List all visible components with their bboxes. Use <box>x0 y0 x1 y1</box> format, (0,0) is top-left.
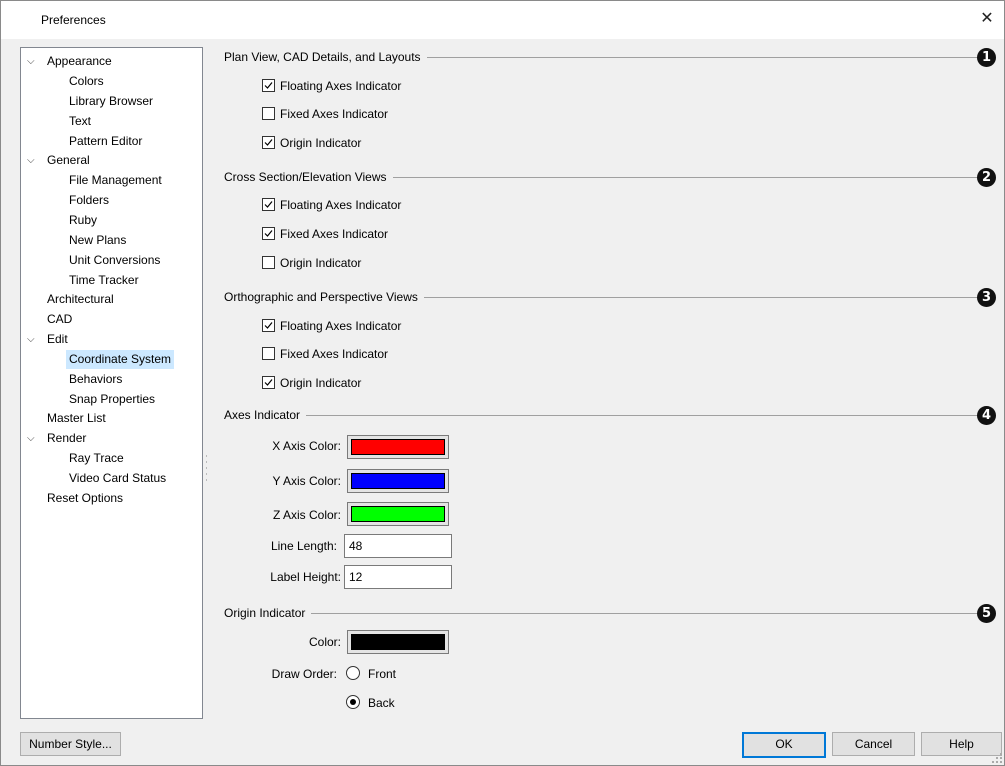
tree-item-pattern-editor[interactable]: Pattern Editor <box>21 132 145 151</box>
tree-item-file-management[interactable]: File Management <box>21 171 165 190</box>
checkbox-box[interactable] <box>262 107 275 120</box>
tree-item-edit[interactable]: ⌵ Edit <box>21 330 200 349</box>
x-axis-color-fill <box>351 439 445 455</box>
tree-item-render[interactable]: ⌵ Render <box>21 429 200 448</box>
resize-grip-icon[interactable] <box>992 753 1002 763</box>
checkmark-icon <box>264 379 273 386</box>
section-title-plan-view: Plan View, CAD Details, and Layouts <box>224 49 427 65</box>
tree-item-master-list[interactable]: Master List <box>21 409 109 428</box>
y-axis-color-button[interactable] <box>347 469 449 493</box>
checkmark-icon <box>264 82 273 89</box>
checkbox-box[interactable] <box>262 347 275 360</box>
tree-item-unit-conversions[interactable]: Unit Conversions <box>21 251 163 270</box>
section-title-axes-indicator: Axes Indicator <box>224 407 307 423</box>
checkmark-icon <box>264 322 273 329</box>
tree-item-video-card-status[interactable]: Video Card Status <box>21 469 169 488</box>
chevron-down-icon[interactable]: ⌵ <box>27 429 37 448</box>
tree-item-time-tracker[interactable]: Time Tracker <box>21 271 142 290</box>
section-title-origin-indicator: Origin Indicator <box>224 605 312 621</box>
line-length-input[interactable]: 48 <box>344 534 452 558</box>
ok-button[interactable]: OK <box>742 732 826 758</box>
tree-item-coordinate-system[interactable]: Coordinate System <box>21 350 175 369</box>
radio-button[interactable] <box>346 695 360 709</box>
draw-order-label: Draw Order: <box>271 667 337 681</box>
callout-badge: 3 <box>977 288 996 307</box>
section-divider <box>226 613 978 614</box>
checkbox-box[interactable] <box>262 319 275 332</box>
label-height-input[interactable]: 12 <box>344 565 452 589</box>
tree-item-ruby[interactable]: Ruby <box>21 211 100 230</box>
tree-item-colors[interactable]: Colors <box>21 72 107 91</box>
section-divider <box>226 415 978 416</box>
radio-button[interactable] <box>346 666 360 680</box>
checkbox-box[interactable] <box>262 79 275 92</box>
callout-badge: 4 <box>977 406 996 425</box>
callout-badge: 2 <box>977 168 996 187</box>
tree-item-folders[interactable]: Folders <box>21 191 112 210</box>
tree-item-appearance[interactable]: ⌵ Appearance <box>21 52 200 71</box>
pane-splitter[interactable] <box>205 451 208 501</box>
tree-item-snap-properties[interactable]: Snap Properties <box>21 390 158 409</box>
tree-item-new-plans[interactable]: New Plans <box>21 231 129 250</box>
tree-item-general[interactable]: ⌵ General <box>21 151 200 170</box>
y-axis-color-fill <box>351 473 445 489</box>
checkmark-icon <box>264 139 273 146</box>
category-tree[interactable]: ⌵ Appearance Colors Library Browser Text… <box>20 47 203 719</box>
checkbox-box[interactable] <box>262 136 275 149</box>
chevron-down-icon[interactable]: ⌵ <box>27 151 37 170</box>
z-axis-color-label: Z Axis Color: <box>272 508 341 522</box>
tree-item-architectural[interactable]: Architectural <box>21 290 117 309</box>
chevron-down-icon[interactable]: ⌵ <box>27 52 37 71</box>
section-title-orthographic: Orthographic and Perspective Views <box>224 289 424 305</box>
x-axis-color-button[interactable] <box>347 435 449 459</box>
line-length-label: Line Length: <box>270 539 337 553</box>
radio-selected-dot <box>350 699 356 705</box>
tree-item-cad[interactable]: CAD <box>21 310 75 329</box>
checkmark-icon <box>264 201 273 208</box>
callout-badge: 5 <box>977 604 996 623</box>
checkbox-box[interactable] <box>262 256 275 269</box>
tree-item-reset-options[interactable]: Reset Options <box>21 489 126 508</box>
cancel-button[interactable]: Cancel <box>832 732 915 756</box>
title-bar: Preferences ✕ <box>1 1 1004 39</box>
help-button[interactable]: Help <box>921 732 1002 756</box>
section-title-cross-section: Cross Section/Elevation Views <box>224 169 393 185</box>
checkbox-box[interactable] <box>262 198 275 211</box>
callout-badge: 1 <box>977 48 996 67</box>
x-axis-color-label: X Axis Color: <box>272 439 341 453</box>
preferences-dialog: Preferences ✕ ⌵ Appearance Colors Librar… <box>0 0 1005 766</box>
chevron-down-icon[interactable]: ⌵ <box>27 330 37 349</box>
z-axis-color-fill <box>351 506 445 522</box>
z-axis-color-button[interactable] <box>347 502 449 526</box>
y-axis-color-label: Y Axis Color: <box>272 474 341 488</box>
tree-item-behaviors[interactable]: Behaviors <box>21 370 125 389</box>
origin-color-label: Color: <box>308 635 341 649</box>
checkbox-box[interactable] <box>262 227 275 240</box>
origin-color-button[interactable] <box>347 630 449 654</box>
checkmark-icon <box>264 230 273 237</box>
tree-item-library-browser[interactable]: Library Browser <box>21 92 156 111</box>
tree-item-text[interactable]: Text <box>21 112 94 131</box>
label-height-label: Label Height: <box>270 570 341 584</box>
checkbox-box[interactable] <box>262 376 275 389</box>
window-title: Preferences <box>41 13 106 27</box>
origin-color-fill <box>351 634 445 650</box>
tree-item-ray-trace[interactable]: Ray Trace <box>21 449 127 468</box>
close-icon[interactable]: ✕ <box>976 8 998 30</box>
number-style-button[interactable]: Number Style... <box>20 732 121 756</box>
